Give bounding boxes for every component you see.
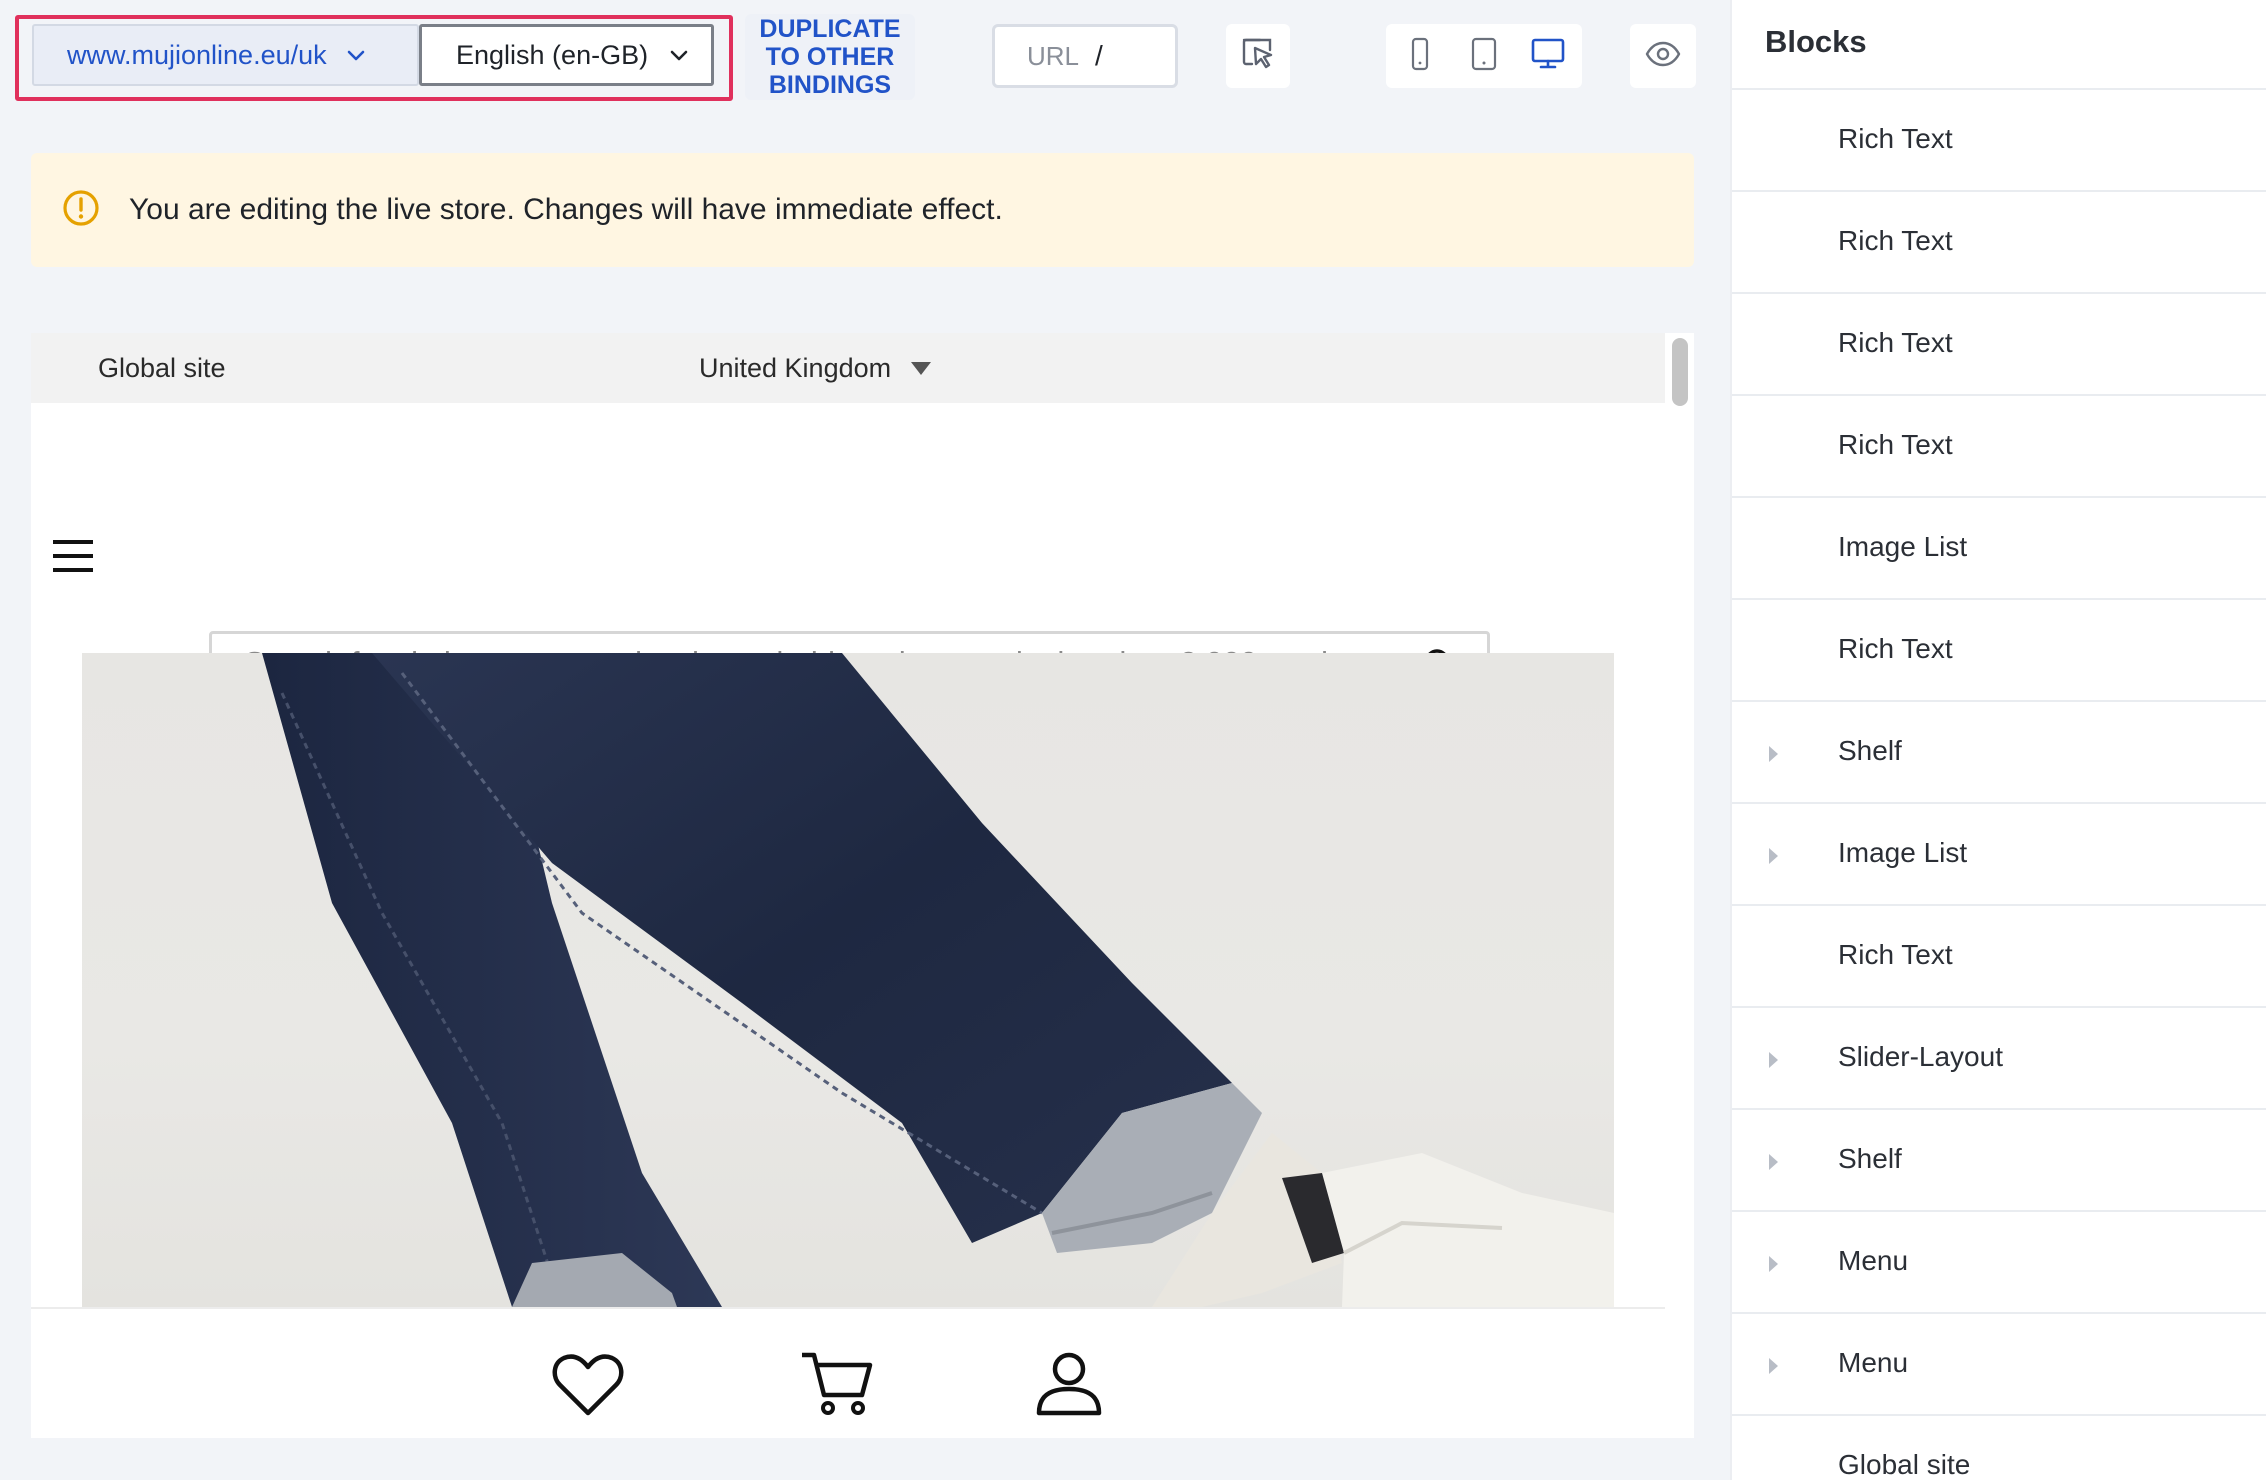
- block-item-label: Image List: [1838, 531, 1968, 562]
- chevron-down-icon: [668, 44, 690, 66]
- block-item[interactable]: Rich Text: [1732, 906, 2266, 1008]
- eye-icon: [1644, 40, 1682, 73]
- expand-arrow-icon[interactable]: [1769, 1358, 1778, 1374]
- hamburger-menu-icon[interactable]: [53, 538, 93, 574]
- desktop-device-button[interactable]: [1518, 26, 1578, 86]
- heart-icon[interactable]: [550, 1349, 626, 1419]
- locale-select[interactable]: English (en-GB): [419, 24, 714, 86]
- block-item-label: Menu: [1838, 1245, 1909, 1276]
- block-item-label: Rich Text: [1838, 939, 1953, 970]
- blocks-panel: Blocks Rich Text Rich Text Rich Text Rich T…: [1730, 0, 2266, 1480]
- mobile-device-button[interactable]: [1390, 26, 1450, 86]
- tablet-icon: [1468, 36, 1500, 77]
- device-toggle-group: [1386, 24, 1582, 88]
- warning-text: You are editing the live store. Changes …: [129, 193, 1003, 226]
- cursor-select-icon: [1240, 36, 1276, 77]
- block-item[interactable]: Rich Text: [1732, 396, 2266, 498]
- block-item-label: Rich Text: [1838, 327, 1953, 358]
- binding-label: www.mujionline.eu/uk: [67, 39, 327, 70]
- url-field[interactable]: URL /: [992, 24, 1178, 88]
- expand-arrow-icon[interactable]: [1769, 746, 1778, 762]
- expand-arrow-icon[interactable]: [1769, 1154, 1778, 1170]
- country-selector[interactable]: United Kingdom: [699, 353, 932, 384]
- expand-arrow-icon[interactable]: [1769, 1256, 1778, 1272]
- tablet-device-button[interactable]: [1454, 26, 1514, 86]
- block-item[interactable]: Global site: [1732, 1416, 2266, 1480]
- block-item[interactable]: Rich Text: [1732, 192, 2266, 294]
- expand-arrow-icon[interactable]: [1769, 848, 1778, 864]
- block-item[interactable]: Image List: [1732, 804, 2266, 906]
- hero-image-jeans: [82, 653, 1614, 1307]
- block-item[interactable]: Shelf: [1732, 1110, 2266, 1212]
- cart-icon[interactable]: [800, 1349, 876, 1419]
- site-bottom-nav: [31, 1307, 1665, 1438]
- block-item[interactable]: Slider-Layout: [1732, 1008, 2266, 1110]
- block-item-label: Rich Text: [1838, 123, 1953, 154]
- phone-icon: [1407, 36, 1433, 77]
- block-item[interactable]: Rich Text: [1732, 294, 2266, 396]
- locale-label: English (en-GB): [456, 39, 649, 70]
- block-item-label: Menu: [1838, 1347, 1909, 1378]
- global-site-link[interactable]: Global site: [98, 353, 226, 384]
- store-preview-frame[interactable]: Global site United Kingdom Search for cl…: [31, 333, 1694, 1438]
- preview-button[interactable]: [1630, 24, 1696, 88]
- binding-select[interactable]: www.mujionline.eu/uk: [32, 24, 419, 86]
- block-item-label: Shelf: [1838, 735, 1902, 766]
- monitor-icon: [1529, 36, 1567, 77]
- block-item[interactable]: Menu: [1732, 1212, 2266, 1314]
- expand-arrow-icon[interactable]: [1769, 1052, 1778, 1068]
- block-item[interactable]: Rich Text: [1732, 90, 2266, 192]
- preview-scrollbar-thumb[interactable]: [1672, 338, 1688, 406]
- url-value: /: [1095, 40, 1103, 71]
- block-item-label: Shelf: [1838, 1143, 1902, 1174]
- duplicate-to-other-bindings-button[interactable]: DUPLICATE TO OTHER BINDINGS: [745, 14, 915, 100]
- block-item-label: Rich Text: [1838, 429, 1953, 460]
- live-store-warning-banner: You are editing the live store. Changes …: [31, 153, 1694, 267]
- country-label: United Kingdom: [699, 353, 892, 383]
- block-list: Rich Text Rich Text Rich Text Rich Text Imag…: [1732, 90, 2266, 1480]
- blocks-title: Blocks: [1765, 24, 1867, 59]
- preview-scrollbar-track[interactable]: [1665, 333, 1694, 1438]
- block-item[interactable]: Shelf: [1732, 702, 2266, 804]
- warning-icon: [61, 188, 101, 233]
- site-topbar: Global site United Kingdom: [31, 333, 1665, 403]
- block-item-label: Rich Text: [1838, 633, 1953, 664]
- block-item-label: Rich Text: [1838, 225, 1953, 256]
- block-item[interactable]: Image List: [1732, 498, 2266, 600]
- block-item[interactable]: Rich Text: [1732, 600, 2266, 702]
- duplicate-label: DUPLICATE TO OTHER BINDINGS: [759, 15, 901, 99]
- block-item-label: Slider-Layout: [1838, 1041, 2003, 1072]
- block-item-label: Global site: [1838, 1449, 1971, 1480]
- url-label: URL: [1027, 40, 1080, 71]
- chevron-down-icon: [345, 44, 367, 66]
- block-item-label: Image List: [1838, 837, 1968, 868]
- select-tool-button[interactable]: [1226, 24, 1290, 88]
- block-item[interactable]: Menu: [1732, 1314, 2266, 1416]
- caret-down-icon: [911, 362, 932, 375]
- account-icon[interactable]: [1031, 1349, 1107, 1419]
